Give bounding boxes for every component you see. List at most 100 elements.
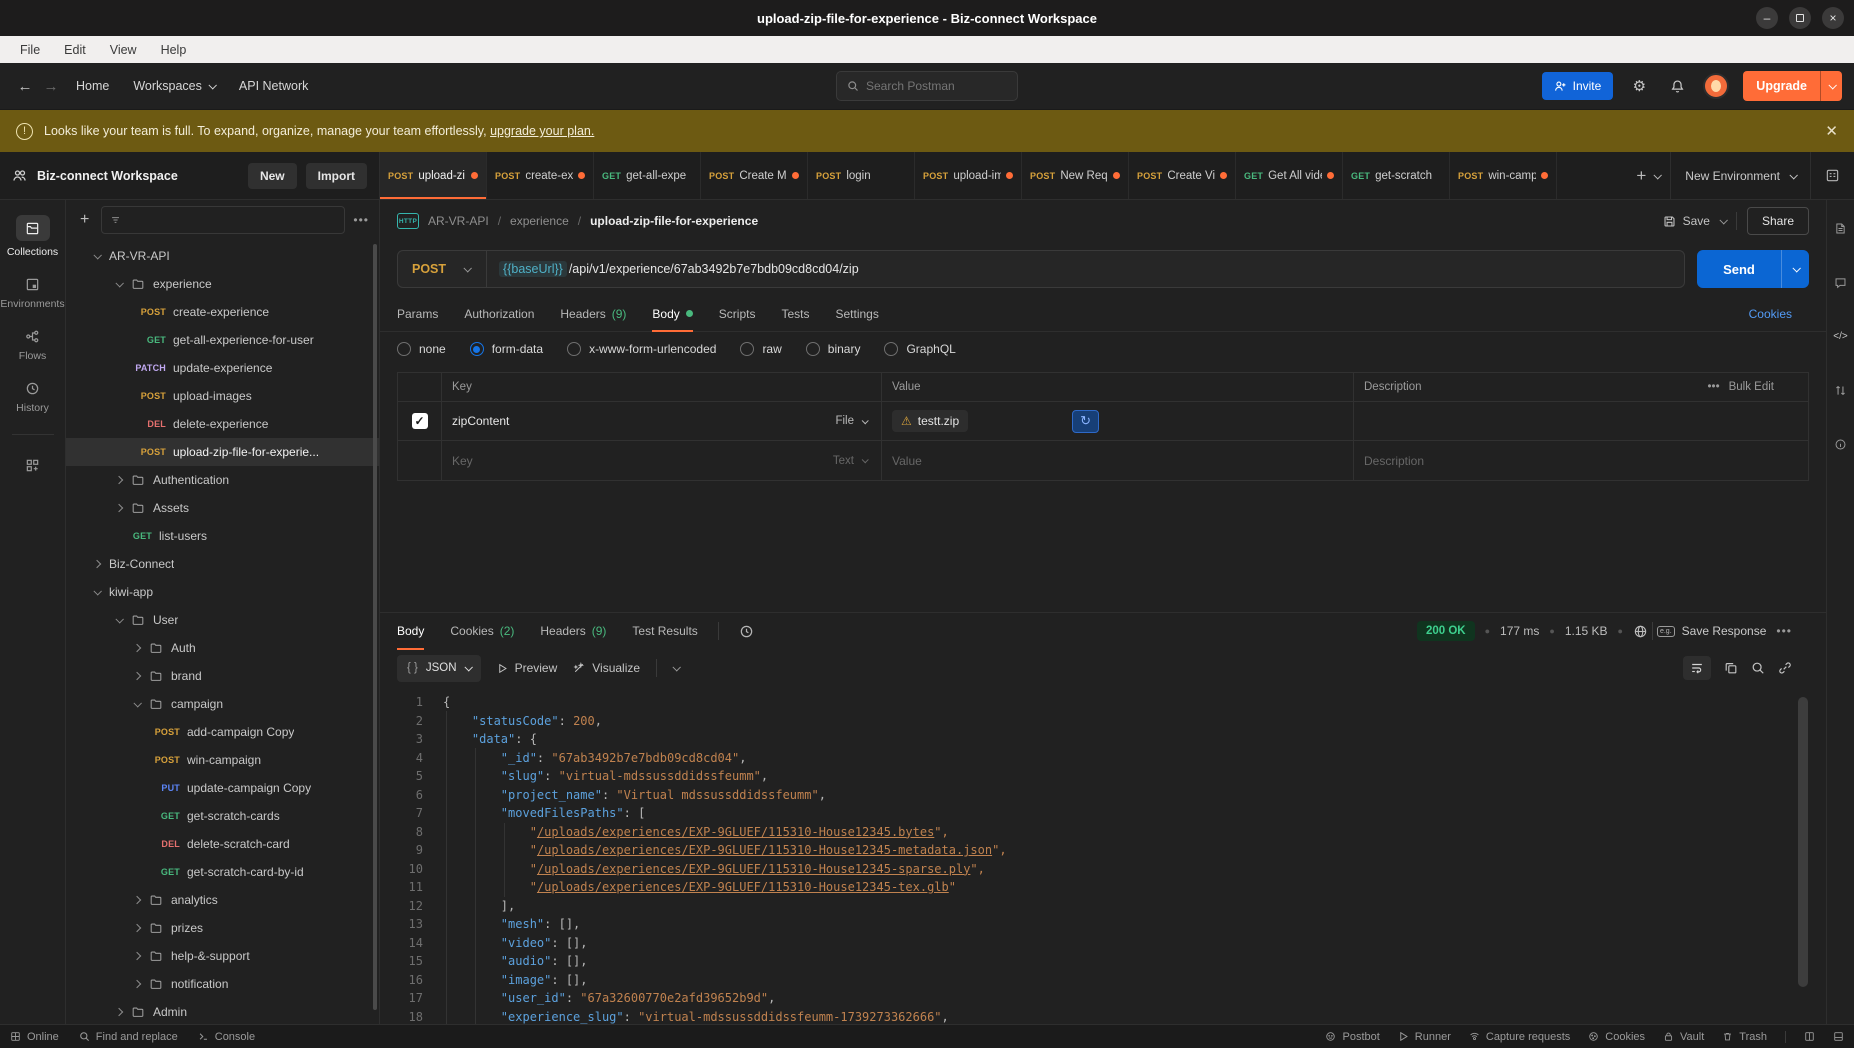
- menu-item[interactable]: Edit: [54, 40, 96, 60]
- tree-item[interactable]: Assets: [66, 494, 379, 522]
- sidebar-scrollbar[interactable]: [373, 244, 377, 1010]
- menu-item[interactable]: View: [100, 40, 147, 60]
- tree-item[interactable]: GET get-scratch-cards: [66, 802, 379, 830]
- send-dropdown[interactable]: [1781, 250, 1809, 288]
- request-section-tab[interactable]: Tests: [781, 296, 809, 331]
- copy-icon[interactable]: [1724, 661, 1738, 675]
- body-mode-radio[interactable]: binary: [806, 342, 861, 356]
- open-request-tab[interactable]: POST create-ex: [487, 152, 594, 199]
- save-response-button[interactable]: e.g.Save Response: [1657, 624, 1766, 638]
- response-more-icon[interactable]: •••: [1776, 624, 1792, 638]
- avatar[interactable]: [1703, 73, 1729, 99]
- open-request-tab[interactable]: POST win-camp: [1450, 152, 1557, 199]
- environment-quick-look-icon[interactable]: [1810, 152, 1854, 199]
- postbot-button[interactable]: Postbot: [1325, 1031, 1379, 1043]
- menu-item[interactable]: File: [10, 40, 50, 60]
- request-section-tab[interactable]: Params: [397, 296, 438, 331]
- environment-selector[interactable]: New Environment: [1670, 152, 1810, 199]
- tree-item[interactable]: POST upload-images: [66, 382, 379, 410]
- open-request-tab[interactable]: POST upload-im: [915, 152, 1022, 199]
- url-input[interactable]: {{baseUrl}} /api/v1/experience/67ab3492b…: [487, 261, 871, 277]
- share-button[interactable]: Share: [1747, 207, 1809, 235]
- minimize-button[interactable]: –: [1756, 7, 1778, 29]
- tree-item[interactable]: GET list-users: [66, 522, 379, 550]
- runner-button[interactable]: Runner: [1398, 1031, 1451, 1043]
- tree-item[interactable]: POST create-experience: [66, 298, 379, 326]
- settings-gear-icon[interactable]: ⚙: [1627, 74, 1651, 98]
- open-request-tab[interactable]: POST New Requ: [1022, 152, 1129, 199]
- find-and-replace[interactable]: Find and replace: [79, 1031, 178, 1043]
- request-section-tab[interactable]: Body: [652, 296, 692, 331]
- tree-item[interactable]: DEL delete-experience: [66, 410, 379, 438]
- sidebar-filter[interactable]: [101, 206, 345, 234]
- method-selector[interactable]: POST: [398, 251, 487, 287]
- info-icon[interactable]: [1829, 432, 1853, 456]
- tree-item[interactable]: Auth: [66, 634, 379, 662]
- search-input[interactable]: [866, 79, 986, 93]
- console-toggle[interactable]: Console: [198, 1031, 255, 1043]
- tree-item[interactable]: Authentication: [66, 466, 379, 494]
- preview-button[interactable]: Preview: [497, 661, 558, 675]
- tree-item[interactable]: notification: [66, 970, 379, 998]
- rail-flows[interactable]: Flows: [4, 320, 62, 368]
- response-time[interactable]: 177 ms: [1500, 624, 1539, 638]
- sidebar-more-icon[interactable]: •••: [353, 213, 369, 227]
- description-cell[interactable]: [1354, 402, 1808, 440]
- save-button[interactable]: Save: [1663, 214, 1710, 228]
- rail-environments[interactable]: Environments: [4, 268, 62, 316]
- tree-item[interactable]: User: [66, 606, 379, 634]
- trash-button[interactable]: Trash: [1722, 1031, 1767, 1043]
- forward-arrow-icon[interactable]: →: [38, 73, 64, 99]
- open-request-tab[interactable]: GET Get All vide: [1236, 152, 1343, 199]
- sidebar-filter-input[interactable]: [128, 213, 336, 227]
- cookies-link[interactable]: Cookies: [1749, 307, 1792, 321]
- two-pane-icon[interactable]: [1804, 1031, 1815, 1042]
- response-section-tab[interactable]: Cookies (2): [450, 613, 514, 649]
- tree-item[interactable]: help-&-support: [66, 942, 379, 970]
- response-size[interactable]: 1.15 KB: [1565, 624, 1608, 638]
- menu-item[interactable]: Help: [151, 40, 197, 60]
- status-badge[interactable]: 200 OK: [1417, 621, 1475, 641]
- tree-item[interactable]: POST upload-zip-file-for-experie...: [66, 438, 379, 466]
- nav-workspaces[interactable]: Workspaces: [121, 73, 227, 99]
- notifications-bell-icon[interactable]: [1665, 74, 1689, 98]
- rail-configure-icon[interactable]: [4, 449, 62, 480]
- tree-item[interactable]: PATCH update-experience: [66, 354, 379, 382]
- body-mode-radio[interactable]: GraphQL: [884, 342, 955, 356]
- tree-item[interactable]: campaign: [66, 690, 379, 718]
- open-request-tab[interactable]: POST upload-zi: [380, 152, 487, 199]
- send-button[interactable]: Send: [1697, 250, 1809, 288]
- global-search[interactable]: [836, 71, 1018, 101]
- connection-status[interactable]: Online: [10, 1031, 59, 1043]
- rail-collections[interactable]: Collections: [4, 208, 62, 264]
- capture-requests-button[interactable]: Capture requests: [1469, 1031, 1570, 1043]
- documentation-icon[interactable]: [1829, 216, 1853, 240]
- upgrade-plan-link[interactable]: upgrade your plan.: [490, 124, 594, 138]
- nav-api-network[interactable]: API Network: [227, 73, 320, 99]
- related-requests-icon[interactable]: [1829, 378, 1853, 402]
- open-request-tab[interactable]: POST Create Me: [701, 152, 808, 199]
- response-section-tab[interactable]: Test Results: [632, 613, 697, 649]
- network-globe-icon[interactable]: [1633, 624, 1648, 639]
- code-snippet-icon[interactable]: </>: [1829, 324, 1853, 348]
- upgrade-button[interactable]: Upgrade: [1743, 71, 1842, 101]
- nav-home[interactable]: Home: [64, 73, 121, 99]
- body-mode-radio[interactable]: form-data: [470, 342, 543, 356]
- breadcrumb-collection[interactable]: AR-VR-API: [428, 214, 489, 228]
- response-section-tab[interactable]: Headers (9): [540, 613, 606, 649]
- request-section-tab[interactable]: Settings: [835, 296, 878, 331]
- tree-item[interactable]: AR-VR-API: [66, 242, 379, 270]
- tree-item[interactable]: Biz-Connect: [66, 550, 379, 578]
- response-scrollbar[interactable]: [1798, 697, 1808, 987]
- toolbar-overflow-icon[interactable]: [673, 663, 681, 671]
- back-arrow-icon[interactable]: ←: [12, 73, 38, 99]
- link-icon[interactable]: [1778, 661, 1792, 675]
- vault-button[interactable]: Vault: [1663, 1031, 1704, 1043]
- description-placeholder[interactable]: Description: [1354, 441, 1808, 480]
- key-cell[interactable]: zipContent: [452, 414, 509, 428]
- body-mode-radio[interactable]: raw: [740, 342, 781, 356]
- response-history-icon[interactable]: [739, 624, 754, 639]
- tree-item[interactable]: POST win-campaign: [66, 746, 379, 774]
- close-button[interactable]: ×: [1822, 7, 1844, 29]
- value-placeholder[interactable]: Value: [882, 441, 1354, 480]
